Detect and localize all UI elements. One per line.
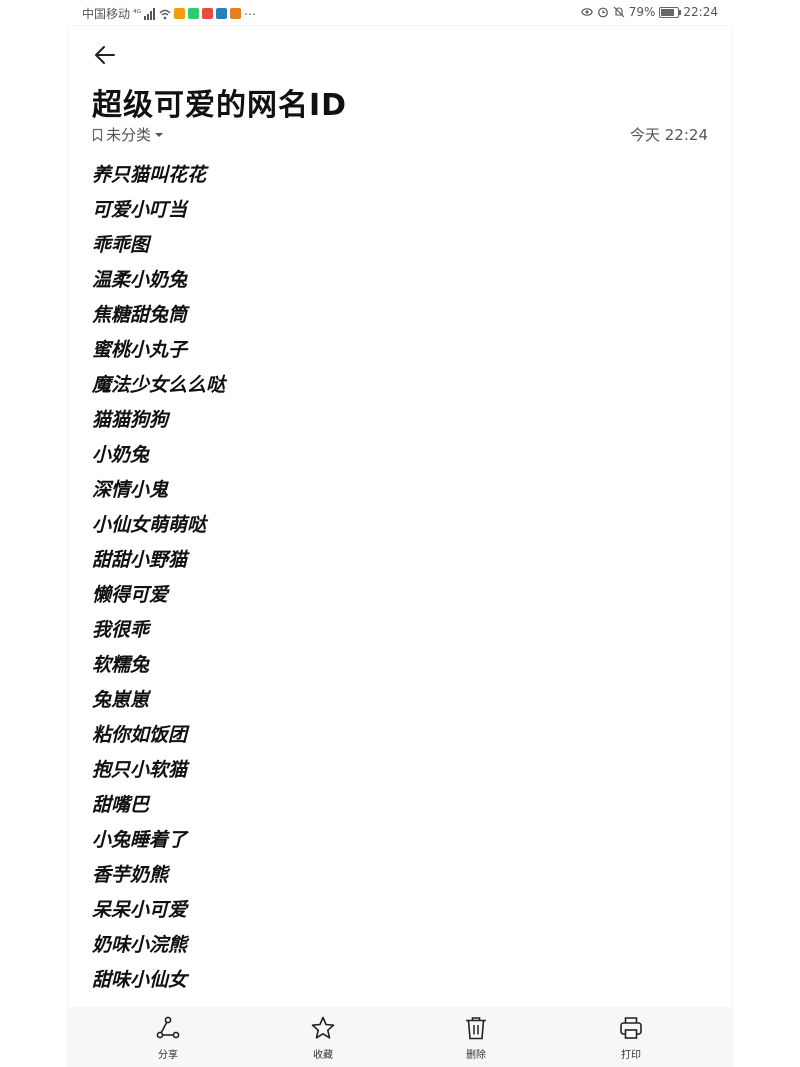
note-line: 甜甜小野猫	[92, 549, 188, 571]
note-line: 猫猫狗狗	[92, 409, 169, 431]
note-line: 懒得可爱	[92, 584, 169, 606]
weibo-notification-icon	[230, 8, 242, 19]
note-title[interactable]: 超级可爱的网名ID	[92, 80, 347, 124]
note-line: 兔崽崽	[92, 689, 150, 711]
category-selector[interactable]: 未分类	[92, 124, 164, 145]
print-button[interactable]: 打印	[601, 1015, 661, 1061]
arrow-left-icon	[95, 46, 115, 64]
share-label: 分享	[158, 1050, 178, 1061]
star-icon	[311, 1016, 335, 1039]
battery-percent: 79%	[628, 5, 656, 19]
share-button[interactable]: 分享	[138, 1015, 198, 1061]
status-bar: 中国移动 ⁴ᴳ ⋯ 79% 22:24	[0, 0, 800, 26]
note-timestamp: 今天 22:24	[630, 126, 708, 144]
note-line: 魔法少女么么哒	[92, 374, 226, 396]
note-line: 乖乖图	[92, 234, 150, 256]
note-line: 小奶兔	[92, 444, 150, 466]
note-line: 粘你如饭团	[92, 724, 188, 746]
wifi-icon	[159, 9, 171, 19]
mute-icon	[613, 6, 625, 18]
carrier-label: 中国移动	[82, 7, 131, 21]
note-line: 香芋奶熊	[92, 864, 169, 886]
note-line: 软糯兔	[92, 654, 150, 676]
print-label: 打印	[621, 1050, 641, 1061]
more-notifications-icon: ⋯	[244, 6, 257, 21]
share-icon	[156, 1016, 180, 1039]
back-button[interactable]	[90, 40, 120, 70]
network-type: ⁴ᴳ	[133, 8, 142, 19]
eye-comfort-icon	[581, 8, 593, 16]
delete-label: 删除	[466, 1050, 486, 1061]
app-notification-icon	[202, 8, 214, 19]
note-line: 我很乖	[92, 619, 150, 641]
favorite-button[interactable]: 收藏	[293, 1015, 353, 1061]
note-line: 奶味小浣熊	[92, 934, 188, 956]
app-notification-icon	[216, 8, 228, 19]
note-body[interactable]: 养只猫叫花花 可爱小叮当乖乖图温柔小奶兔焦糖甜兔筒蜜桃小丸子魔法少女么么哒 猫猫狗狗…	[92, 163, 692, 1006]
note-line: 甜味小仙女	[92, 969, 188, 991]
app-notification-icon	[174, 8, 186, 19]
note-line: 小兔睡着了	[92, 829, 188, 851]
note-line: 焦糖甜兔筒	[92, 304, 188, 326]
note-line: 养只猫叫花花	[92, 164, 207, 186]
trash-icon	[466, 1017, 486, 1040]
wechat-notification-icon	[188, 8, 200, 19]
clock: 22:24	[683, 5, 718, 19]
note-line: 抱只小软猫	[92, 759, 188, 781]
status-right: 79% 22:24	[581, 5, 718, 19]
caret-down-icon	[155, 132, 164, 137]
signal-icon	[144, 7, 156, 20]
note-view: 超级可爱的网名ID 未分类 今天 22:24 养只猫叫花花 可爱小叮当乖乖图温柔小…	[68, 26, 732, 1067]
note-line: 蜜桃小丸子	[92, 339, 188, 361]
delete-button[interactable]: 删除	[446, 1015, 506, 1061]
alarm-icon	[597, 7, 608, 18]
note-line: 呆呆小可爱	[92, 899, 188, 921]
favorite-label: 收藏	[313, 1050, 333, 1061]
note-line: 深情小鬼	[92, 479, 169, 501]
category-label: 未分类	[106, 126, 152, 144]
bottom-toolbar: 分享 收藏 删除 打印	[68, 1007, 732, 1067]
printer-icon	[620, 1017, 642, 1039]
battery-icon	[659, 6, 682, 18]
status-left: 中国移动 ⁴ᴳ ⋯	[82, 5, 256, 22]
note-line: 小仙女萌萌哒	[92, 514, 207, 536]
note-line: 可爱小叮当	[92, 199, 188, 221]
bookmark-icon	[92, 128, 103, 142]
note-line: 温柔小奶兔	[92, 269, 188, 291]
note-line: 甜嘴巴	[92, 794, 150, 816]
note-meta: 未分类 今天 22:24	[92, 124, 708, 146]
